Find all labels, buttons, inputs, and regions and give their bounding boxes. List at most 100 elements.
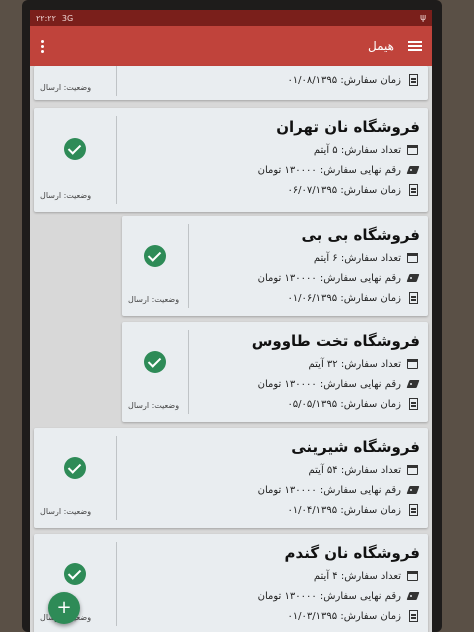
app-bar-right: هیمل — [368, 39, 422, 53]
price-label: رقم نهایی سفارش: — [319, 378, 401, 390]
store-name: فروشگاه بی بی — [301, 226, 421, 244]
count-value: ۵۴ آیتم — [308, 464, 338, 476]
price-label: رقم نهایی سفارش: — [319, 272, 401, 284]
date-value: ۰۱/۰۴/۱۳۹۵ — [287, 504, 338, 516]
card-status: وضعیت: ارسال — [122, 224, 189, 308]
clock: ۲۲:۲۲ — [36, 13, 56, 23]
card-main: فروشگاه تخت طاووس تعداد سفارش: ۳۲ آیتم ر… — [189, 322, 428, 422]
count-row: تعداد سفارش: ۵ آیتم — [125, 140, 420, 160]
count-value: ۳۲ آیتم — [308, 358, 338, 370]
date-label: زمان سفارش: — [340, 292, 401, 304]
document-icon — [406, 503, 420, 517]
order-card[interactable]: فروشگاه نان تهران تعداد سفارش: ۵ آیتم رق… — [34, 108, 428, 212]
price-value: ۱۳۰۰۰۰ تومان — [257, 484, 317, 496]
card-status: وضعیت: ارسال — [122, 330, 189, 414]
date-label: زمان سفارش: — [340, 610, 401, 622]
count-label: تعداد سفارش: — [340, 252, 401, 264]
date-row: زمان سفارش: ۰۱/۰۶/۱۳۹۵ — [197, 288, 420, 308]
date-label: زمان سفارش: — [340, 74, 401, 86]
date-value: ۰۱/۰۶/۱۳۹۵ — [287, 292, 338, 304]
count-label: تعداد سفارش: — [340, 464, 401, 476]
price-tag-icon — [406, 271, 420, 285]
document-icon — [406, 397, 420, 411]
price-label: رقم نهایی سفارش: — [319, 484, 401, 496]
date-value: ۰۱/۰۳/۱۳۹۵ — [287, 610, 338, 622]
count-label: تعداد سفارش: — [340, 358, 401, 370]
network-indicator: 3G — [61, 13, 74, 23]
count-row: تعداد سفارش: ۳۲ آیتم — [197, 354, 420, 374]
store-name: فروشگاه شیرینی — [291, 438, 420, 456]
overflow-menu-icon[interactable] — [40, 39, 44, 53]
price-row: رقم نهایی سفارش: ۱۳۰۰۰۰ تومان — [197, 374, 420, 394]
calendar-icon — [406, 143, 420, 157]
check-circle-icon — [64, 562, 86, 585]
check-circle-icon — [144, 244, 166, 267]
document-icon — [406, 609, 420, 623]
date-label: زمان سفارش: — [340, 398, 401, 410]
count-row: تعداد سفارش: ۶ آیتم — [197, 248, 420, 268]
card-main: زمان سفارش: ۰۱/۰۸/۱۳۹۵ — [117, 66, 428, 100]
card-main: فروشگاه شیرینی تعداد سفارش: ۵۴ آیتم رقم … — [117, 428, 428, 528]
price-tag-icon — [406, 163, 420, 177]
count-row: تعداد سفارش: ۴ آیتم — [125, 566, 420, 586]
count-row: تعداد سفارش: ۵۴ آیتم — [125, 460, 420, 480]
add-order-button[interactable]: + — [48, 592, 80, 624]
card-status: وضعیت: ارسال — [34, 436, 117, 520]
hamburger-menu-icon[interactable] — [408, 41, 422, 51]
price-label: رقم نهایی سفارش: — [319, 590, 401, 602]
count-label: تعداد سفارش: — [340, 570, 401, 582]
status-text: وضعیت: ارسال — [40, 191, 92, 200]
price-value: ۱۳۰۰۰۰ تومان — [257, 164, 317, 176]
date-row: زمان سفارش: ۰۱/۰۴/۱۳۹۵ — [125, 500, 420, 520]
card-status: وضعیت: ارسال — [34, 66, 117, 96]
usb-icon: ψ — [420, 13, 426, 23]
document-icon — [406, 73, 420, 87]
calendar-icon — [406, 251, 420, 265]
app-bar: هیمل — [30, 26, 432, 66]
store-name: فروشگاه نان گندم — [284, 544, 420, 562]
price-row: رقم نهایی سفارش: ۱۳۰۰۰۰ تومان — [125, 586, 420, 606]
order-list[interactable]: زمان سفارش: ۰۱/۰۸/۱۳۹۵ وضعیت: ارسال فروش… — [30, 66, 432, 632]
order-card[interactable]: فروشگاه بی بی تعداد سفارش: ۶ آیتم رقم نه… — [122, 216, 428, 316]
status-text: وضعیت: ارسال — [40, 83, 92, 92]
price-tag-icon — [406, 589, 420, 603]
check-circle-icon — [64, 456, 86, 479]
order-card[interactable]: فروشگاه تخت طاووس تعداد سفارش: ۳۲ آیتم ر… — [122, 322, 428, 422]
calendar-icon — [406, 569, 420, 583]
screen: ۲۲:۲۲ 3G ψ هیمل زمان سفارش: ۰۱/۰۸/۱۳۹۵ و… — [30, 10, 432, 632]
price-row: رقم نهایی سفارش: ۱۳۰۰۰۰ تومان — [125, 480, 420, 500]
app-title: هیمل — [368, 39, 394, 53]
price-tag-icon — [406, 377, 420, 391]
date-value: ۰۱/۰۸/۱۳۹۵ — [287, 74, 338, 86]
date-label: زمان سفارش: — [340, 184, 401, 196]
price-row: رقم نهایی سفارش: ۱۳۰۰۰۰ تومان — [197, 268, 420, 288]
status-bar: ۲۲:۲۲ 3G ψ — [30, 10, 432, 26]
status-text: وضعیت: ارسال — [128, 295, 180, 304]
document-icon — [406, 291, 420, 305]
store-name: فروشگاه نان تهران — [276, 118, 420, 136]
card-main: فروشگاه نان گندم تعداد سفارش: ۴ آیتم رقم… — [117, 534, 428, 632]
date-value: ۰۵/۰۵/۱۳۹۵ — [287, 398, 338, 410]
order-card[interactable]: زمان سفارش: ۰۱/۰۸/۱۳۹۵ وضعیت: ارسال — [34, 66, 428, 100]
status-left: ۲۲:۲۲ 3G — [36, 14, 73, 23]
date-label: زمان سفارش: — [340, 504, 401, 516]
price-tag-icon — [406, 483, 420, 497]
card-main: فروشگاه نان تهران تعداد سفارش: ۵ آیتم رق… — [117, 108, 428, 212]
order-card[interactable]: فروشگاه شیرینی تعداد سفارش: ۵۴ آیتم رقم … — [34, 428, 428, 528]
date-row: زمان سفارش: ۰۱/۰۸/۱۳۹۵ — [125, 70, 420, 90]
count-value: ۵ آیتم — [313, 144, 338, 156]
date-row: زمان سفارش: ۰۱/۰۳/۱۳۹۵ — [125, 606, 420, 626]
order-card[interactable]: فروشگاه نان گندم تعداد سفارش: ۴ آیتم رقم… — [34, 534, 428, 632]
price-label: رقم نهایی سفارش: — [319, 164, 401, 176]
date-row: زمان سفارش: ۰۶/۰۷/۱۳۹۵ — [125, 180, 420, 200]
calendar-icon — [406, 357, 420, 371]
price-value: ۱۳۰۰۰۰ تومان — [257, 272, 317, 284]
card-status: وضعیت: ارسال — [34, 116, 117, 204]
calendar-icon — [406, 463, 420, 477]
check-circle-icon — [64, 138, 86, 161]
date-row: زمان سفارش: ۰۵/۰۵/۱۳۹۵ — [197, 394, 420, 414]
date-value: ۰۶/۰۷/۱۳۹۵ — [287, 184, 338, 196]
count-value: ۶ آیتم — [313, 252, 338, 264]
count-label: تعداد سفارش: — [340, 144, 401, 156]
status-text: وضعیت: ارسال — [128, 401, 180, 410]
